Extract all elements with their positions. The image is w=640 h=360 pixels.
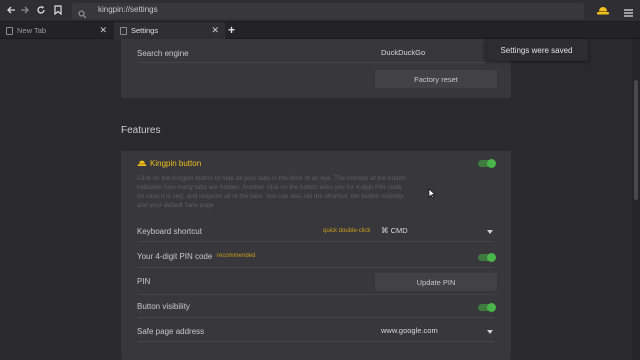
menu-icon[interactable] [623, 5, 634, 23]
pin-label: PIN [137, 277, 151, 286]
dropdown-caret-icon [487, 230, 493, 234]
kingpin-button-toggle[interactable] [478, 159, 496, 168]
search-engine-value: DuckDuckGo [381, 48, 426, 57]
divider [137, 241, 495, 242]
dropdown-caret-icon [487, 330, 493, 334]
keyboard-shortcut-label: Keyboard shortcut [137, 227, 202, 236]
settings-page: Search engine DuckDuckGo Factory reset F… [0, 39, 632, 360]
divider [137, 317, 495, 318]
reload-icon[interactable] [34, 3, 48, 17]
back-arrow-icon[interactable] [4, 3, 18, 17]
divider [137, 62, 495, 63]
pin-code-label: Your 4-digit PIN code [137, 252, 213, 261]
tab-new-tab[interactable]: New Tab ✕ [0, 22, 113, 39]
update-pin-button[interactable]: Update PIN [375, 273, 497, 291]
kingpin-hat-icon [137, 160, 147, 166]
safe-page-select[interactable]: www.google.com [379, 326, 497, 339]
divider [137, 341, 495, 342]
kingpin-hat-icon[interactable] [596, 4, 610, 22]
divider [137, 294, 495, 295]
pin-code-toggle[interactable] [478, 253, 496, 262]
keyboard-shortcut-select[interactable]: ⌘ CMD [379, 226, 497, 239]
scrollbar-thumb[interactable] [634, 80, 638, 200]
toggle-knob [487, 303, 496, 312]
divider [137, 267, 495, 268]
tab-label: New Tab [17, 26, 47, 35]
close-icon[interactable]: ✕ [211, 25, 219, 36]
safe-page-label: Safe page address [137, 327, 205, 336]
safe-page-value: www.google.com [381, 326, 438, 335]
address-bar[interactable]: kingpin://settings [72, 3, 584, 19]
page-icon [6, 26, 13, 35]
pin-code-hint: recommended [217, 253, 256, 259]
forward-arrow-icon[interactable] [18, 3, 32, 17]
close-icon[interactable]: ✕ [99, 25, 107, 36]
kingpin-button-description: Click on the Kingpin button to hide all … [137, 175, 406, 209]
tab-label: Settings [131, 26, 159, 35]
kingpin-button-title: Kingpin button [137, 159, 201, 168]
search-engine-label: Search engine [137, 49, 189, 58]
search-engine-select[interactable]: DuckDuckGo [379, 48, 497, 61]
kingpin-button-title-text: Kingpin button [150, 159, 202, 168]
general-settings-card: Search engine DuckDuckGo Factory reset [121, 39, 511, 98]
mouse-cursor-icon [428, 186, 436, 204]
page-icon [120, 26, 127, 35]
keyboard-shortcut-value: ⌘ CMD [381, 226, 408, 235]
new-tab-button[interactable]: + [228, 23, 235, 37]
tab-strip: New Tab ✕ Settings ✕ + [0, 22, 640, 39]
toggle-knob [487, 159, 496, 168]
features-section-title: Features [121, 125, 161, 136]
settings-saved-toast: Settings were saved [485, 39, 588, 61]
bookmark-icon[interactable] [51, 3, 65, 17]
tab-settings[interactable]: Settings ✕ [114, 22, 225, 39]
button-visibility-toggle[interactable] [478, 303, 496, 312]
keyboard-shortcut-hint: quick double-click [323, 228, 371, 234]
browser-toolbar: kingpin://settings [0, 0, 640, 22]
features-card: Kingpin button Click on the Kingpin butt… [121, 151, 511, 357]
factory-reset-button[interactable]: Factory reset [375, 70, 497, 88]
toggle-knob [487, 253, 496, 262]
button-visibility-label: Button visibility [137, 302, 190, 311]
url-text: kingpin://settings [98, 5, 158, 14]
